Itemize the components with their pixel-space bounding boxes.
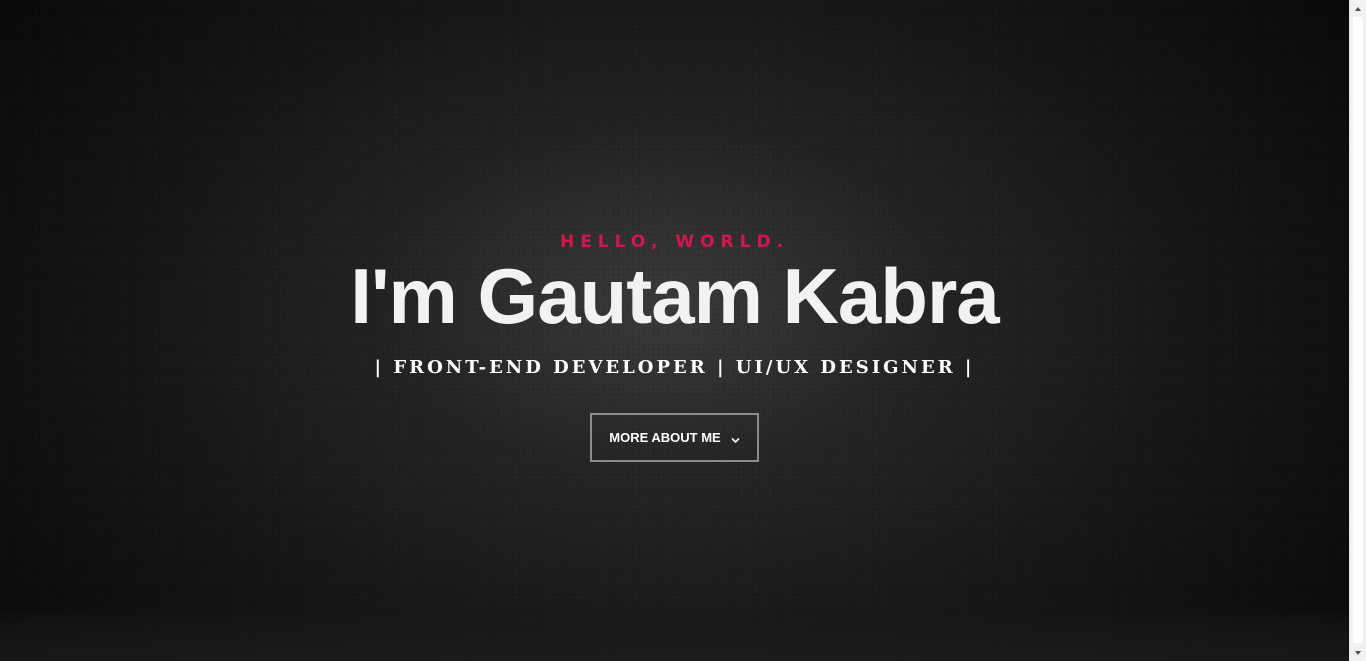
intro-subtitle: | FRONT-END DEVELOPER | UI/UX DESIGNER | — [374, 357, 975, 378]
vertical-scrollbar[interactable] — [1349, 0, 1366, 661]
hero-section: HELLO, WORLD. I'm Gautam Kabra | FRONT-E… — [0, 0, 1349, 661]
scroll-up-arrow-icon[interactable] — [1350, 0, 1366, 17]
scroll-thumb[interactable] — [1353, 17, 1363, 643]
scroll-down-arrow-icon[interactable] — [1350, 644, 1366, 661]
more-about-me-label: MORE ABOUT ME — [609, 430, 721, 445]
hero-content: HELLO, WORLD. I'm Gautam Kabra | FRONT-E… — [0, 0, 1349, 661]
browser-viewport: HELLO, WORLD. I'm Gautam Kabra | FRONT-E… — [0, 0, 1366, 661]
chevron-down-icon — [731, 432, 740, 443]
more-about-me-button[interactable]: MORE ABOUT ME — [590, 413, 759, 462]
intro-title: I'm Gautam Kabra — [350, 252, 999, 340]
